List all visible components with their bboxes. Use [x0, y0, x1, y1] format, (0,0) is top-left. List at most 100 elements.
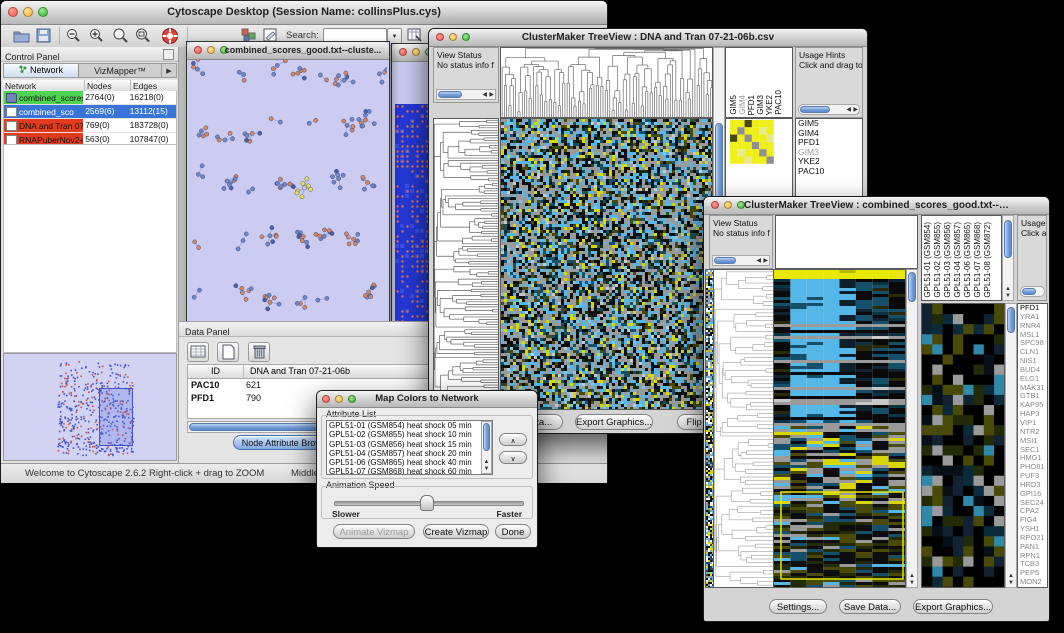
- usage-hints-label: Usage Hints: [1021, 218, 1046, 228]
- zoom-in-icon[interactable]: [88, 28, 105, 44]
- float-panel-icon[interactable]: [163, 49, 174, 60]
- minimize-button[interactable]: [335, 395, 343, 403]
- tv1-column-dendrogram[interactable]: [500, 47, 713, 118]
- minimize-button[interactable]: [724, 201, 732, 209]
- dialog-titlebar[interactable]: Map Colors to Network: [317, 391, 537, 408]
- main-titlebar[interactable]: Cytoscape Desktop (Session Name: collins…: [1, 1, 607, 25]
- network-edges-count: 16218(0): [128, 91, 176, 104]
- minimize-button[interactable]: [207, 46, 215, 54]
- help-lifering-icon[interactable]: [161, 27, 179, 45]
- attribute-list[interactable]: GPL51-01 (GSM854) heat shock 05 minGPL51…: [326, 420, 493, 475]
- tv2-settings-button[interactable]: Settings...: [769, 599, 827, 614]
- close-button[interactable]: [194, 46, 202, 54]
- minimize-button[interactable]: [23, 7, 33, 17]
- tv1-usage-scrollbar[interactable]: ◀▶: [798, 104, 860, 115]
- attribute-item[interactable]: GPL51-02 (GSM855) heat shock 10 min: [327, 430, 492, 439]
- tv1-view-status-panel: View StatusNo status info f ◀▶: [433, 47, 499, 103]
- create-vizmap-button[interactable]: Create Vizmap: [423, 524, 489, 539]
- tab-vizmapper[interactable]: VizMapper™: [79, 64, 161, 77]
- tv2-status-scrollbar[interactable]: ◀▶: [712, 255, 770, 266]
- tv2-export-graphics-button[interactable]: Export Graphics...: [913, 599, 993, 614]
- view-status-text: No status info f: [713, 228, 770, 238]
- control-panel-tabs: Network VizMapper™ ▶: [3, 63, 177, 78]
- close-button[interactable]: [322, 395, 330, 403]
- tv1-export-graphics-button[interactable]: Export Graphics...: [575, 414, 653, 430]
- animate-vizmap-button[interactable]: Animate Vizmap: [333, 524, 415, 539]
- network-overview-thumbnail: [4, 355, 177, 461]
- treeview2-titlebar[interactable]: ClusterMaker TreeView : combined_scores_…: [704, 197, 1049, 215]
- tv2-column-dendrogram[interactable]: [775, 215, 918, 269]
- treeview1-titlebar[interactable]: ClusterMaker TreeView : DNA and Tran 07-…: [429, 29, 867, 47]
- minimize-button[interactable]: [449, 33, 457, 41]
- minimize-button[interactable]: [412, 48, 420, 56]
- tv2-usage-hints-panel: Usage HintsClick and: [1017, 215, 1047, 301]
- tab-network[interactable]: Network: [4, 64, 79, 77]
- zoom-button[interactable]: [348, 395, 356, 403]
- network-list-row[interactable]: combined_sco 2569(6) 13112(15): [4, 105, 176, 119]
- map-colors-dialog: Map Colors to Network Attribute List GPL…: [316, 390, 538, 548]
- network-edges-count: 183728(0): [128, 119, 176, 132]
- column-label[interactable]: PAC10: [775, 90, 784, 115]
- search-options-icon[interactable]: [407, 28, 423, 43]
- attribute-list-scrollbar[interactable]: ▲▼: [481, 421, 492, 474]
- network-view-window: combined_scores_good.txt--cluste...: [186, 41, 390, 361]
- network-graph-canvas[interactable]: [187, 59, 387, 359]
- desktop: Cytoscape Desktop (Session Name: collins…: [0, 0, 1064, 633]
- dialog-title: Map Colors to Network: [357, 393, 497, 404]
- tv2-main-heatmap[interactable]: [773, 269, 906, 588]
- gene-label[interactable]: PAC10: [796, 167, 862, 177]
- delete-attribute-icon[interactable]: [248, 342, 270, 362]
- overview-viewport-rect[interactable]: [99, 388, 133, 446]
- gene-label[interactable]: MON2: [1018, 578, 1047, 587]
- select-attributes-icon[interactable]: [187, 342, 209, 362]
- done-button[interactable]: Done: [495, 524, 531, 539]
- tv2-labels-vscrollbar[interactable]: ▲▼: [1002, 215, 1014, 301]
- attribute-item[interactable]: GPL51-07 (GSM868) heat shock 60 min: [327, 467, 492, 475]
- tv1-status-scrollbar[interactable]: ◀▶: [436, 89, 496, 100]
- zoom-fit-icon[interactable]: [134, 28, 152, 44]
- new-attribute-icon[interactable]: [217, 342, 239, 362]
- network-list: combined_scores 2764(0) 16218(0) combine…: [3, 91, 177, 144]
- network-name: combined_scores: [19, 93, 83, 103]
- tv2-zoom-heatmap[interactable]: [921, 303, 1005, 588]
- column-label[interactable]: GPL51-08 (GSM872): [984, 222, 994, 298]
- network-nodes-count: 2764(0): [83, 91, 127, 104]
- network-name: combined_sco: [19, 107, 74, 117]
- control-panel: Control Panel Network VizMapper™ ▶ Netwo…: [1, 47, 179, 463]
- tv2-row-dendrogram[interactable]: [713, 269, 774, 588]
- usage-hints-label: Usage Hints: [799, 50, 845, 60]
- close-button[interactable]: [711, 201, 719, 209]
- close-button[interactable]: [436, 33, 444, 41]
- zoom-out-icon[interactable]: [65, 28, 82, 44]
- attribute-item[interactable]: GPL51-01 (GSM854) heat shock 05 min: [327, 421, 492, 430]
- attribute-item[interactable]: GPL51-03 (GSM856) heat shock 15 min: [327, 440, 492, 449]
- tv1-usage-hints-panel: Usage HintsClick and drag to ◀▶: [795, 47, 863, 118]
- network-nodes-count: 769(0): [83, 119, 127, 132]
- tab-overflow-arrow[interactable]: ▶: [161, 64, 176, 77]
- speed-slider-thumb[interactable]: [420, 495, 434, 511]
- save-icon[interactable]: [36, 28, 51, 43]
- move-down-button[interactable]: ∨: [499, 451, 527, 464]
- network-list-row[interactable]: DNA and Tran 07 769(0) 183728(0): [4, 119, 176, 133]
- move-up-button[interactable]: ∧: [499, 433, 527, 446]
- id-column-header[interactable]: ID: [188, 365, 244, 378]
- network-overview-panel[interactable]: [3, 353, 177, 461]
- tv1-row-dendrogram[interactable]: [433, 118, 499, 410]
- tv2-save-data-button[interactable]: Save Data...: [839, 599, 901, 614]
- network-name: DNA and Tran 07: [19, 121, 83, 131]
- zoom-selected-icon[interactable]: [111, 28, 130, 44]
- attribute-item[interactable]: GPL51-04 (GSM857) heat shock 20 min: [327, 449, 492, 458]
- attribute-item[interactable]: GPL51-06 (GSM865) heat shock 40 min: [327, 458, 492, 467]
- close-button[interactable]: [8, 7, 18, 17]
- usage-hints-text: Click and drag to: [799, 60, 862, 70]
- tv2-vscrollbar[interactable]: ▲▼: [906, 269, 918, 588]
- close-button[interactable]: [399, 48, 407, 56]
- tv2-usage-scrollbar[interactable]: [1020, 286, 1045, 297]
- network-view-titlebar[interactable]: combined_scores_good.txt--cluste...: [187, 42, 389, 60]
- open-file-icon[interactable]: [13, 28, 30, 43]
- tv2-zoom-vscrollbar[interactable]: ▲▼: [1005, 303, 1017, 588]
- tv2-gene-list: PFD1YRA1RNR4MSL1SPC98CLN1NIS1BUD4ELG1MAK…: [1017, 303, 1048, 588]
- tv1-main-heatmap[interactable]: [500, 118, 713, 410]
- network-list-row[interactable]: combined_scores 2764(0) 16218(0): [4, 91, 176, 105]
- tv1-yellow-matrix[interactable]: [730, 120, 774, 164]
